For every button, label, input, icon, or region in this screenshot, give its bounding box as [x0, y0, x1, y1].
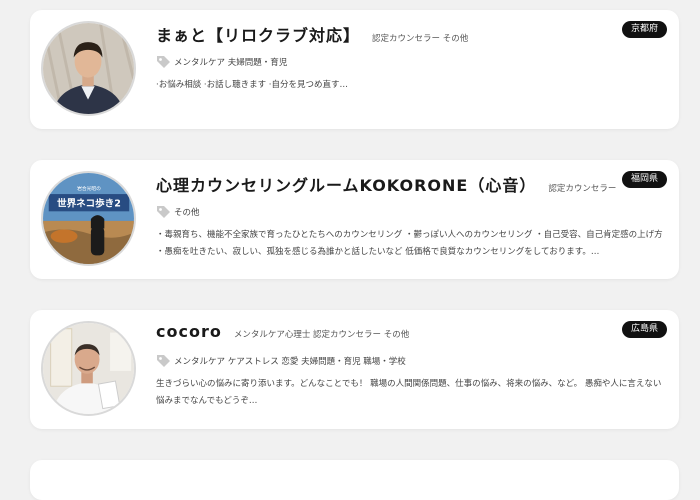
counselor-description: ·お悩み相談 ·お話し聴きます ·自分を見つめ直す…: [156, 80, 349, 90]
tag-list: メンタルケア ケアストレス 恋愛 夫婦問題・育児 職場・学校: [156, 354, 406, 368]
tag-list: その他: [156, 205, 200, 219]
counselor-card[interactable]: まぁと【リロクラブ対応】 認定カウンセラー その他 京都府 メンタルケア 夫婦問題…: [30, 10, 679, 129]
counselor-name-text[interactable]: 心理カウンセリングルームKOKORONE（心音）: [156, 176, 536, 195]
tag-icon: [156, 354, 171, 368]
counselor-name[interactable]: 心理カウンセリングルームKOKORONE（心音） 認定カウンセラー: [156, 172, 616, 196]
counselor-name-text[interactable]: まぁと【リロクラブ対応】: [156, 26, 360, 45]
tag-icon: [156, 205, 171, 219]
tag-list: メンタルケア 夫婦問題・育児: [156, 55, 287, 69]
counselor-name-text[interactable]: cocoro: [156, 322, 222, 341]
thumbnail-title: 世界ネコ歩き2: [57, 198, 121, 210]
counselor-description: 生きづらい心の悩みに寄り添います。どんなことでも！ 職場の人間関係問題、仕事の悩…: [156, 379, 662, 406]
counselor-card[interactable]: [30, 460, 679, 500]
counselor-role: メンタルケア心理士 認定カウンセラー その他: [233, 330, 410, 340]
prefecture-badge: 広島県: [621, 321, 667, 338]
prefecture-badge: 京都府: [621, 21, 667, 38]
counselor-card[interactable]: cocoro メンタルケア心理士 認定カウンセラー その他 広島県 メンタルケア …: [30, 310, 679, 429]
counselor-name[interactable]: cocoro メンタルケア心理士 認定カウンセラー その他: [156, 322, 409, 341]
avatar[interactable]: [41, 321, 136, 416]
thumbnail-subtitle: 岩合光昭の: [77, 185, 101, 192]
prefecture-badge: 福岡県: [621, 171, 667, 188]
avatar[interactable]: 世界ネコ歩き2 岩合光昭の: [41, 171, 136, 266]
counselor-card[interactable]: 世界ネコ歩き2 岩合光昭の 心理カウンセリングルームKOKORONE（心音） 認定…: [30, 160, 679, 279]
counselor-description: ・毒親育ち、機能不全家族で育ったひとたちへのカウンセリング ・鬱っぽい人へのカウ…: [156, 230, 663, 257]
tag-icon: [156, 55, 171, 69]
avatar[interactable]: [41, 21, 136, 116]
tag-text: メンタルケア ケアストレス 恋愛 夫婦問題・育児 職場・学校: [174, 357, 406, 367]
counselor-role: 認定カウンセラー その他: [372, 34, 469, 44]
tag-text: その他: [174, 208, 200, 218]
counselor-role: 認定カウンセラー: [548, 184, 617, 194]
tag-text: メンタルケア 夫婦問題・育児: [174, 58, 288, 68]
counselor-name[interactable]: まぁと【リロクラブ対応】 認定カウンセラー その他: [156, 22, 468, 46]
